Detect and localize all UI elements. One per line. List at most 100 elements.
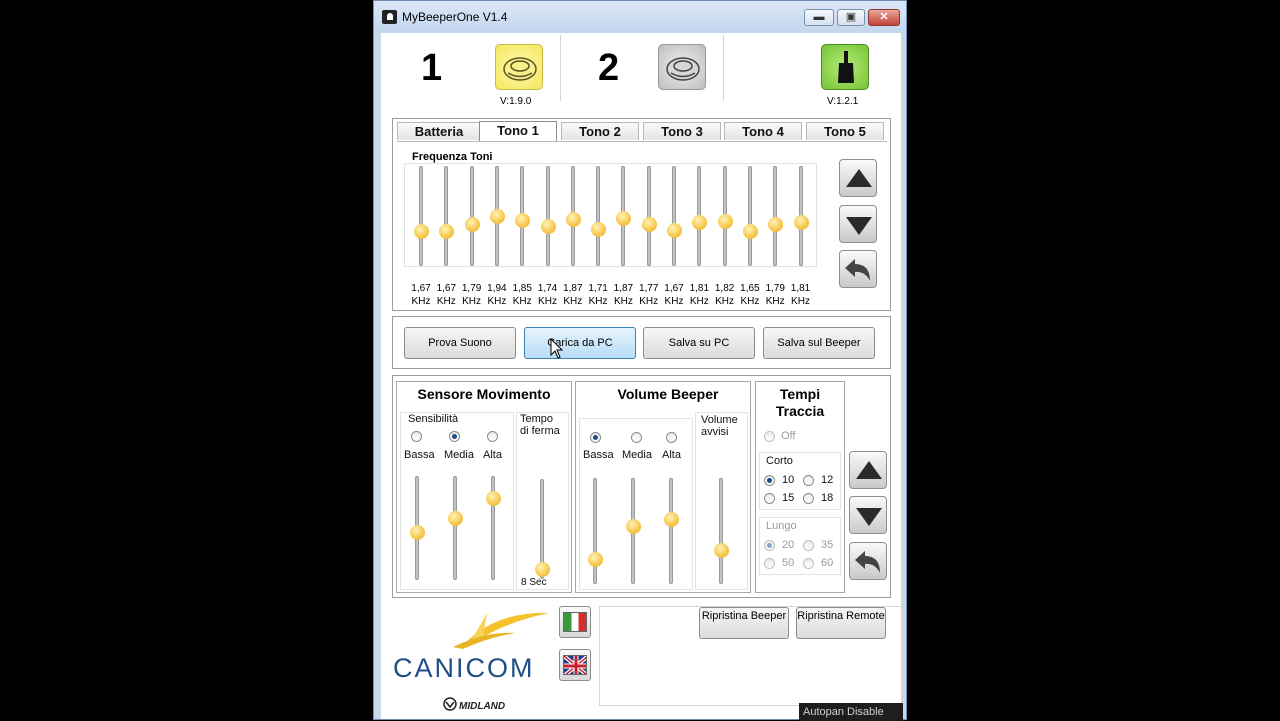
english-language-button[interactable] [559,649,591,681]
minimize-button[interactable]: ▬ [804,9,834,26]
frequency-slider-8[interactable] [587,164,609,268]
maximize-button[interactable]: ▣ [837,9,865,26]
frequency-slider-7[interactable] [562,164,584,268]
slider-knob[interactable] [464,217,480,232]
frequency-slider-6[interactable] [537,164,559,268]
slider-knob[interactable] [616,211,632,226]
lungo-35-radio[interactable] [803,540,814,551]
frequency-slider-10[interactable] [638,164,660,268]
lungo-20-radio[interactable] [764,540,775,551]
slider-knob[interactable] [717,214,733,229]
frequency-slider-16[interactable] [790,164,812,268]
lungo-50-radio[interactable] [764,558,775,569]
sensore-level-slider-1[interactable] [406,474,428,582]
slider-knob[interactable] [540,219,556,234]
frequency-label: Frequenza Toni [412,151,493,163]
slider-knob[interactable] [692,215,708,230]
tone-undo-button[interactable] [839,250,877,288]
frequency-slider-3[interactable] [461,164,483,268]
slider-knob[interactable] [535,562,550,577]
tone-up-button[interactable] [839,159,877,197]
title-bar[interactable]: MyBeeperOne V1.4 ▬ ▣ ✕ [374,1,906,33]
slider-knob[interactable] [591,222,607,237]
corto-15-radio[interactable] [764,493,775,504]
frequency-unit: KHz [512,296,532,307]
slider-knob[interactable] [664,512,679,527]
frequency-value-16: 1,81 KHz [788,282,814,308]
sensore-level-slider-3[interactable] [482,474,504,582]
volume-level-slider-3[interactable] [660,476,682,586]
arrow-up-icon [846,169,872,187]
lungo-60-radio[interactable] [803,558,814,569]
corto-18-radio[interactable] [803,493,814,504]
tab-tono-3[interactable]: Tono 3 [643,122,721,140]
slider-track [545,166,550,266]
mouse-cursor-icon [550,338,564,359]
frequency-slider-12[interactable] [688,164,710,268]
tempo-di-ferma-slider[interactable] [531,477,553,581]
frequency-slider-13[interactable] [714,164,736,268]
salva-su-pc-button[interactable]: Salva su PC [643,327,755,359]
corto-10-radio[interactable] [764,475,775,486]
sensore-bassa-radio[interactable] [411,431,422,442]
frequency-unit: KHz [487,296,507,307]
sensore-level-slider-2[interactable] [444,474,466,582]
volume-avvisi-slider[interactable] [710,476,732,586]
slider-knob[interactable] [414,224,429,239]
volume-level-slider-1[interactable] [584,476,606,586]
tempi-off-radio[interactable] [764,431,775,442]
salva-sul-beeper-button[interactable]: Salva sul Beeper [763,327,875,359]
slider-knob[interactable] [714,543,729,558]
slider-knob[interactable] [667,223,682,238]
slider-knob[interactable] [565,212,581,227]
slider-knob[interactable] [793,215,809,230]
slider-knob[interactable] [641,217,657,232]
tab-batteria[interactable]: Batteria [397,122,481,140]
tone-down-button[interactable] [839,205,877,243]
frequency-slider-11[interactable] [663,164,685,268]
tab-tono-2[interactable]: Tono 2 [561,122,639,140]
slider-knob[interactable] [768,217,784,232]
app-window: MyBeeperOne V1.4 ▬ ▣ ✕ 1 V:1.9.0 2 V:1.2… [373,0,907,721]
settings-undo-button[interactable] [849,542,887,580]
frequency-slider-2[interactable] [435,164,457,268]
slider-knob[interactable] [742,224,758,239]
settings-up-button[interactable] [849,451,887,489]
slider-knob[interactable] [448,511,463,526]
corto-12-radio[interactable] [803,475,814,486]
tab-tono-5[interactable]: Tono 5 [806,122,884,140]
tab-tono-4[interactable]: Tono 4 [724,122,802,140]
sensore-alta-radio[interactable] [487,431,498,442]
slider-knob[interactable] [410,525,425,540]
volume-alta-radio[interactable] [666,432,677,443]
close-button[interactable]: ✕ [868,9,900,26]
slider-knob[interactable] [439,224,455,239]
ripristina-beeper-button[interactable]: Ripristina Beeper [699,607,789,639]
frequency-slider-4[interactable] [486,164,508,268]
settings-down-button[interactable] [849,496,887,534]
slider-knob[interactable] [489,209,505,224]
frequency-value-5: 1,85 KHz [509,282,535,308]
frequency-slider-9[interactable] [612,164,634,268]
slider-knob[interactable] [588,552,603,567]
remote-icon[interactable] [821,44,869,90]
ripristina-remote-button[interactable]: Ripristina Remote [796,607,886,639]
italian-language-button[interactable] [559,606,591,638]
slider-knob[interactable] [515,213,531,228]
frequency-slider-1[interactable] [410,164,432,268]
beeper-1-icon[interactable] [495,44,543,90]
slider-knob[interactable] [626,519,641,534]
tab-tono-1[interactable]: Tono 1 [479,121,557,142]
frequency-slider-14[interactable] [739,164,761,268]
frequency-slider-15[interactable] [764,164,786,268]
volume-media-radio[interactable] [631,432,642,443]
volume-level-slider-2[interactable] [622,476,644,586]
frequency-slider-5[interactable] [511,164,533,268]
carica-da-pc-button[interactable]: Carica da PC [524,327,636,359]
prova-suono-button[interactable]: Prova Suono [404,327,516,359]
beeper-2-icon[interactable] [658,44,706,90]
sensore-media-radio[interactable] [449,431,460,442]
slider-knob[interactable] [486,491,501,506]
volume-title: Volume Beeper [617,386,719,402]
volume-bassa-radio[interactable] [590,432,601,443]
